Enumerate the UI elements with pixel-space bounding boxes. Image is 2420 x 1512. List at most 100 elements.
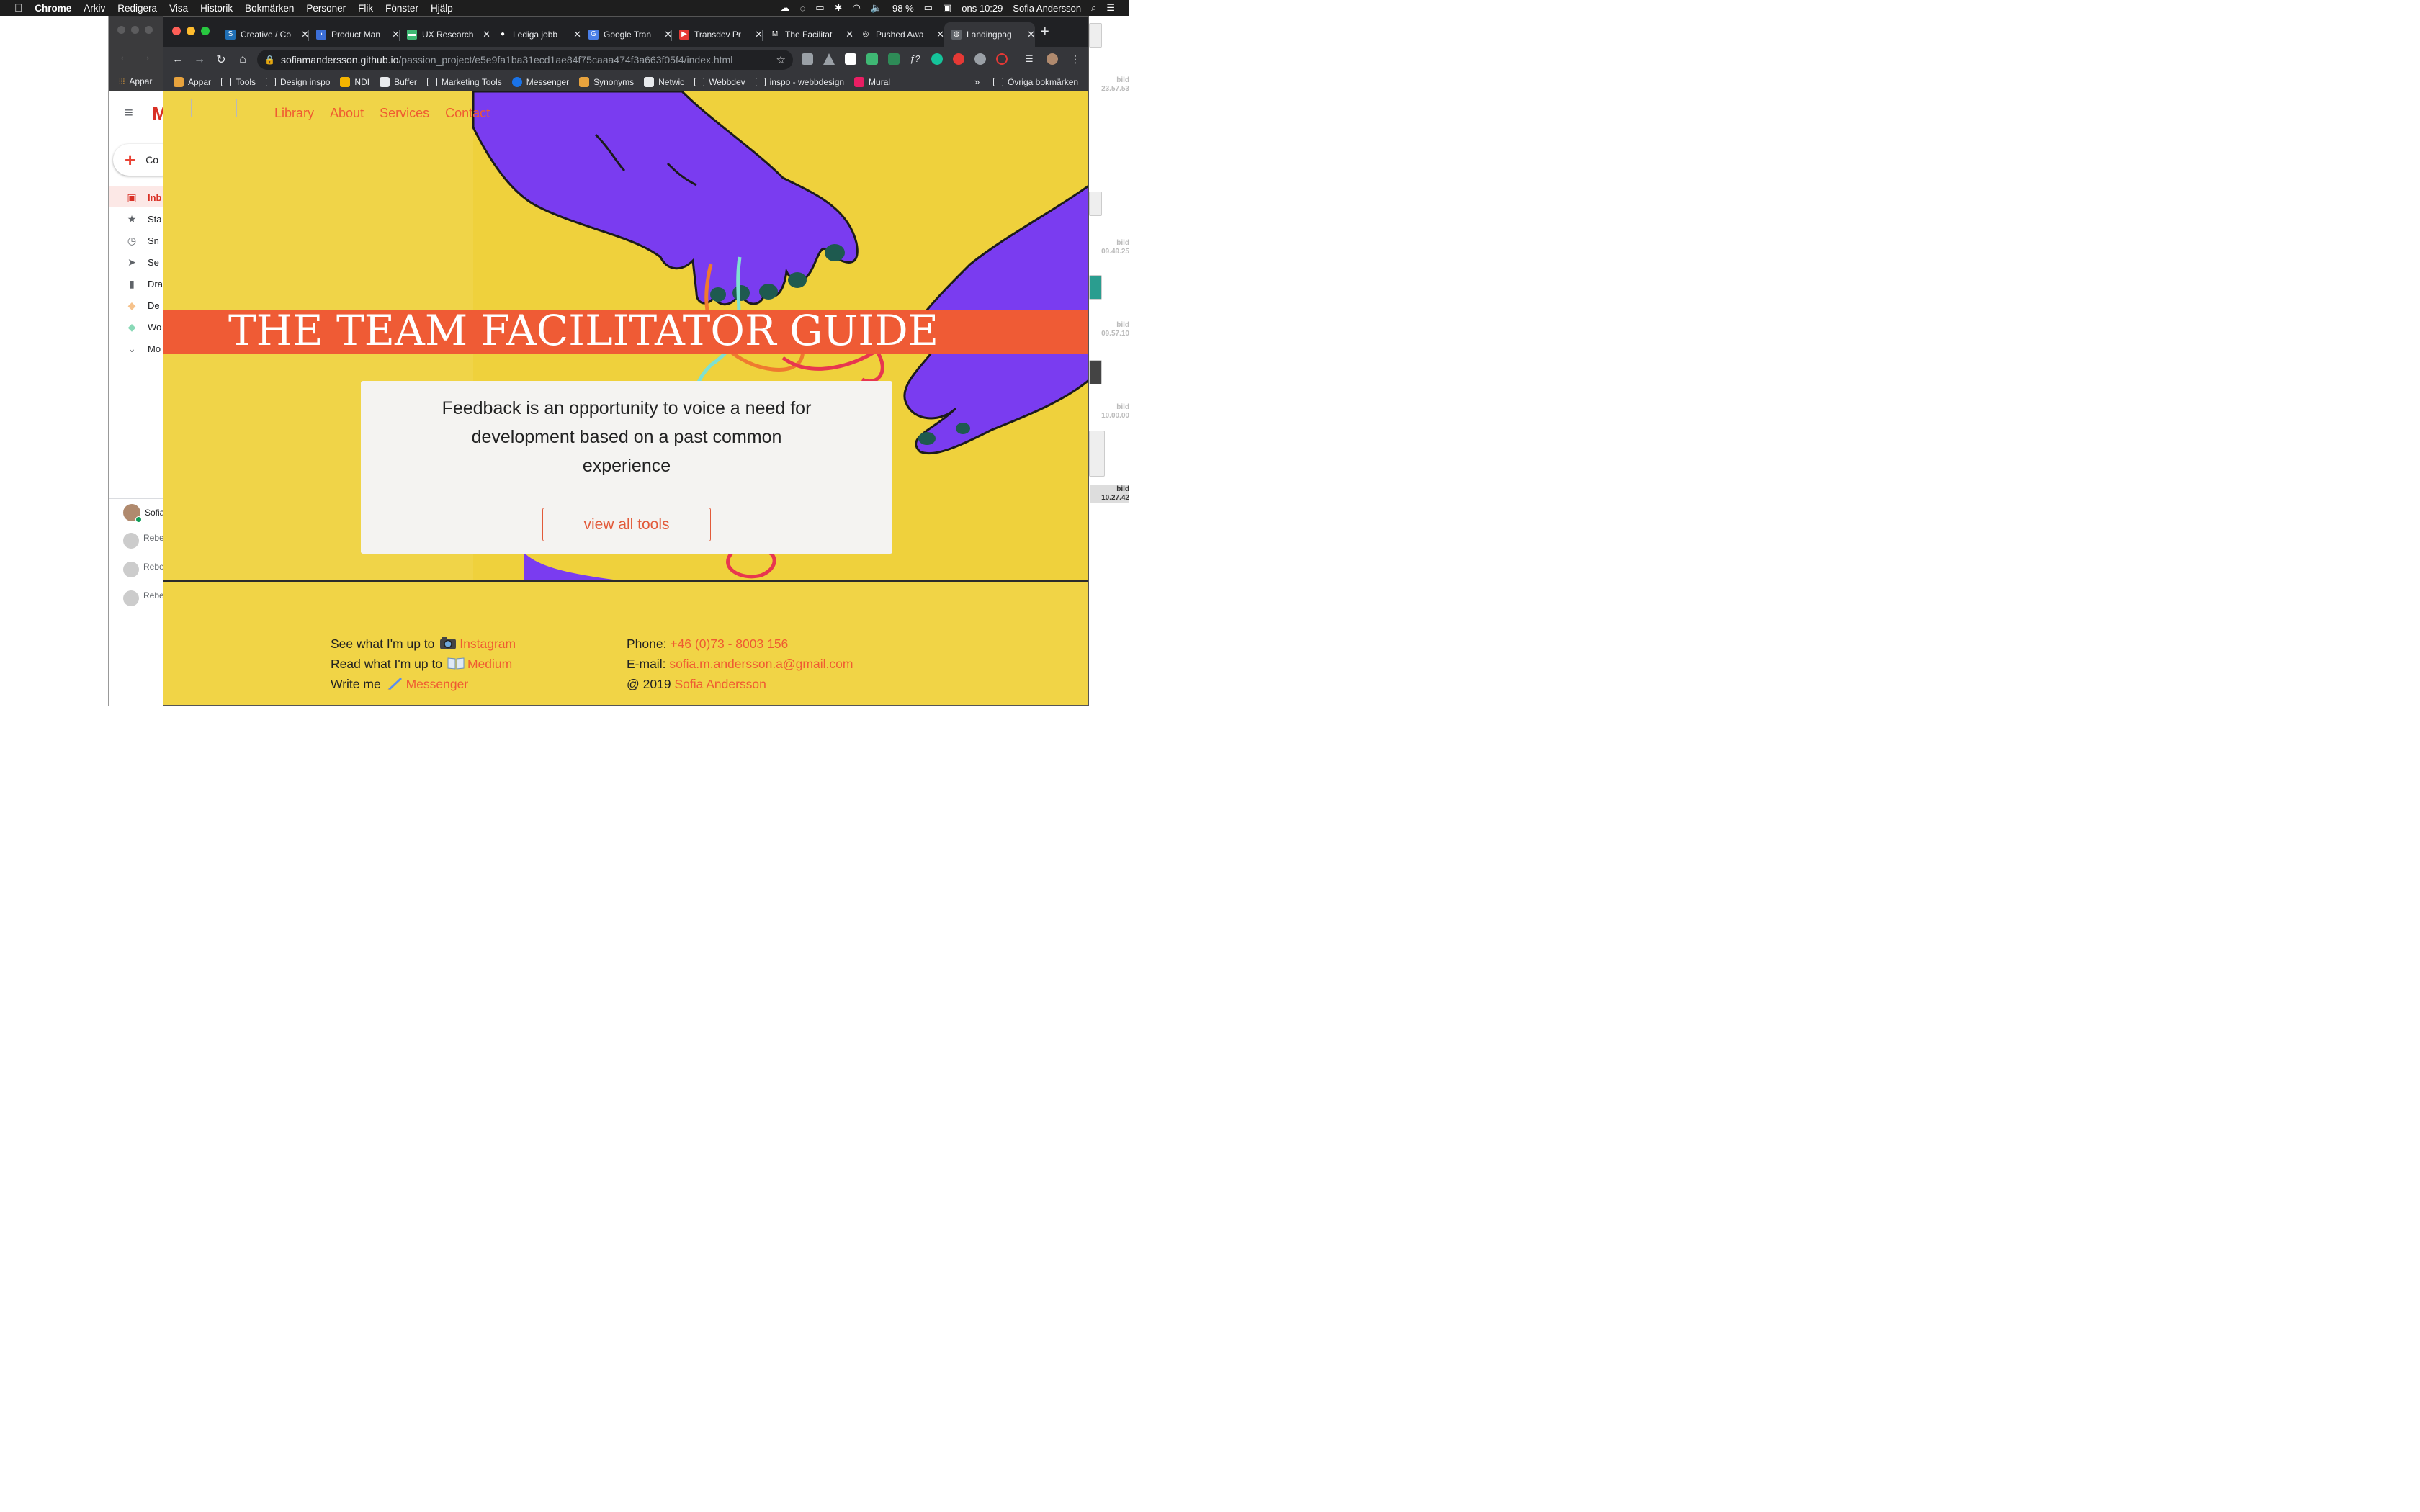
tab-close-icon[interactable]: ✕ xyxy=(1027,29,1035,40)
list-icon[interactable]: ☰ xyxy=(1106,2,1115,14)
bookmark-mural[interactable]: Mural xyxy=(854,76,890,87)
spotlight-search-icon[interactable]: ⌕ xyxy=(1091,2,1096,14)
notion-extension-icon[interactable] xyxy=(888,53,900,65)
browser-window[interactable]: S Creative / Co ✕ ◗ Product Man ✕ ▬ UX Research… xyxy=(163,16,1089,706)
desktop-file-label[interactable]: bild 23.57.53 xyxy=(1090,76,1129,94)
browser-tab[interactable]: ◎ Pushed Awa ✕ xyxy=(853,22,944,47)
wifi-icon[interactable]: ◠ xyxy=(853,2,861,14)
bookmark-appar[interactable]: Appar xyxy=(174,76,211,87)
sidebar-item-label-wo[interactable]: ◆ Wo xyxy=(126,321,162,333)
background-browser-window[interactable]: ← → ⁞⁞⁞ Appar ≡ M + Co ▣ Inb ★ Sta ◷ Sn ➤ Se… xyxy=(108,16,178,706)
address-bar[interactable]: 🔒 sofiamandersson.github.io/passion_proj… xyxy=(257,50,793,70)
menu-bokmarken[interactable]: Bokmärken xyxy=(245,3,294,14)
forward-button[interactable]: → xyxy=(189,50,210,70)
hangouts-account[interactable]: Sofia xyxy=(123,504,164,523)
home-button[interactable]: ⌂ xyxy=(233,50,253,70)
adblock-extension-icon[interactable] xyxy=(953,53,964,65)
minimize-window-button[interactable] xyxy=(187,27,195,35)
menu-personer[interactable]: Personer xyxy=(306,3,346,14)
sidebar-item-more[interactable]: ⌄ Mo xyxy=(126,343,161,354)
profile-avatar-icon[interactable] xyxy=(1047,53,1058,65)
nav-about-link[interactable]: About xyxy=(330,106,364,121)
sidebar-item-starred[interactable]: ★ Sta xyxy=(126,213,162,225)
maximize-window-button[interactable] xyxy=(201,27,210,35)
menu-arkiv[interactable]: Arkiv xyxy=(84,3,105,14)
back-arrow-icon[interactable]: ← xyxy=(119,50,130,63)
browser-tab[interactable]: ◗ Product Man ✕ xyxy=(309,22,400,47)
sidebar-item-label-de[interactable]: ◆ De xyxy=(126,300,160,311)
desktop-file-thumb[interactable] xyxy=(1089,431,1105,477)
copyright-name-link[interactable]: Sofia Andersson xyxy=(674,677,766,691)
reading-list-icon[interactable]: ☰ xyxy=(1025,53,1036,65)
browser-tab[interactable]: ▶ Transdev Pr ✕ xyxy=(672,22,763,47)
browser-tab[interactable]: ▬ UX Research ✕ xyxy=(400,22,490,47)
wikipedia-extension-icon[interactable] xyxy=(845,53,856,65)
desktop-file-thumb[interactable] xyxy=(1089,360,1102,384)
sync-icon[interactable]: ◌ xyxy=(800,3,806,14)
browser-tab[interactable]: M The Facilitat ✕ xyxy=(763,22,853,47)
clock[interactable]: ons 10:29 xyxy=(962,3,1003,14)
bookmark-tools[interactable]: Tools xyxy=(221,77,256,87)
bookmark-marketing-tools[interactable]: Marketing Tools xyxy=(426,77,502,87)
tab-close-icon[interactable]: ✕ xyxy=(936,29,944,40)
bookmark-design-inspo[interactable]: Design inspo xyxy=(266,77,330,87)
menu-redigera[interactable]: Redigera xyxy=(117,3,157,14)
desktop-file-label[interactable]: bild 09.57.10 xyxy=(1090,321,1129,338)
volume-icon[interactable]: 🔈 xyxy=(871,2,882,14)
bookmarks-overflow-button[interactable]: » xyxy=(974,76,980,87)
sidebar-item-sent[interactable]: ➤ Se xyxy=(126,256,159,268)
desktop-file-label[interactable]: bild 09.49.25 xyxy=(1090,239,1129,256)
desktop-file-thumb[interactable] xyxy=(1089,275,1102,300)
bookmark-buffer[interactable]: Buffer xyxy=(380,76,417,87)
hangouts-contact[interactable]: Rebe xyxy=(123,590,164,606)
forward-arrow-icon[interactable]: → xyxy=(140,50,151,63)
user-name[interactable]: Sofia Andersson xyxy=(1013,3,1081,14)
phone-link[interactable]: +46 (0)73 - 8003 156 xyxy=(670,636,788,651)
shield-extension-icon[interactable] xyxy=(974,53,986,65)
chrome-menu-icon[interactable]: ⋮ xyxy=(1070,53,1081,65)
lock-icon[interactable]: 🔒 xyxy=(264,55,275,65)
other-bookmarks[interactable]: Övriga bokmärken xyxy=(993,77,1078,87)
menu-app-name[interactable]: Chrome xyxy=(35,3,71,14)
sidebar-item-snoozed[interactable]: ◷ Sn xyxy=(126,235,159,246)
airplay-icon[interactable]: ▭ xyxy=(815,2,824,14)
formula-extension-icon[interactable]: ƒ? xyxy=(910,53,921,65)
messenger-link[interactable]: Messenger xyxy=(406,677,469,691)
battery-status[interactable]: 98 % xyxy=(892,3,914,14)
desktop-file-label[interactable]: bild 10.27.42 xyxy=(1090,485,1129,503)
sidebar-item-inbox[interactable]: ▣ Inb xyxy=(126,192,161,203)
keyboard-input-icon[interactable]: ▣ xyxy=(943,2,951,14)
nav-services-link[interactable]: Services xyxy=(380,106,429,121)
desktop-file-thumb[interactable] xyxy=(1089,192,1102,216)
back-button[interactable]: ← xyxy=(168,50,188,70)
sidebar-item-drafts[interactable]: ▮ Dra xyxy=(126,278,163,289)
apps-grid-icon[interactable]: ⁞⁞⁞ xyxy=(119,78,125,86)
new-tab-button[interactable]: + xyxy=(1041,24,1049,40)
nav-library-link[interactable]: Library xyxy=(274,106,314,121)
drive-extension-icon[interactable] xyxy=(823,53,835,65)
bluetooth-icon[interactable]: ✱ xyxy=(835,2,843,14)
desktop-file-label[interactable]: bild 10.00.00 xyxy=(1090,403,1129,420)
bookmark-synonyms[interactable]: Synonyms xyxy=(579,76,634,87)
bookmark-netwic[interactable]: Netwic xyxy=(644,76,684,87)
menu-historik[interactable]: Historik xyxy=(200,3,233,14)
browser-tab[interactable]: S Creative / Co ✕ xyxy=(218,22,309,47)
reload-button[interactable]: ↻ xyxy=(211,50,231,70)
bookmark-star-icon[interactable]: ☆ xyxy=(776,53,786,66)
site-logo-image[interactable] xyxy=(191,99,237,117)
grammarly-extension-icon[interactable] xyxy=(931,53,943,65)
cloud-upload-icon[interactable]: ☁ xyxy=(781,2,790,14)
email-link[interactable]: sofia.m.andersson.a@gmail.com xyxy=(669,657,853,671)
nav-contact-link[interactable]: Contact xyxy=(445,106,490,121)
block-extension-icon[interactable] xyxy=(996,53,1008,65)
mail-extension-icon[interactable] xyxy=(866,53,878,65)
menu-hjalp[interactable]: Hjälp xyxy=(431,3,453,14)
bg-bookmark-appar[interactable]: Appar xyxy=(129,76,152,86)
desktop-file-thumb[interactable] xyxy=(1089,23,1102,48)
browser-tab[interactable]: ◍ Landingpag ✕ xyxy=(944,22,1035,47)
browser-tab[interactable]: G Google Tran ✕ xyxy=(581,22,672,47)
bookmark-messenger[interactable]: Messenger xyxy=(511,76,569,87)
menu-fonster[interactable]: Fönster xyxy=(385,3,418,14)
view-all-tools-button[interactable]: view all tools xyxy=(542,508,711,541)
menu-visa[interactable]: Visa xyxy=(169,3,188,14)
